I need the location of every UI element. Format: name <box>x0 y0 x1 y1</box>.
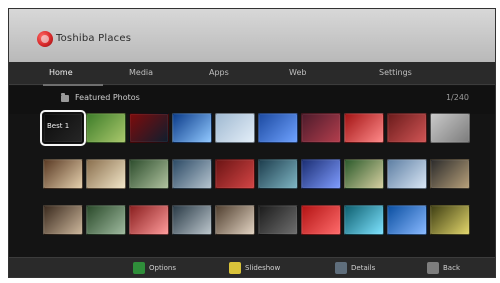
tab-apps[interactable]: Apps <box>209 66 229 80</box>
folder-icon <box>61 93 69 102</box>
photo-tile[interactable] <box>387 113 427 143</box>
hint-label: Options <box>149 264 177 272</box>
photo-tile[interactable] <box>430 205 470 235</box>
bottom-hint-bar: Options Slideshow Details Back <box>9 257 495 277</box>
photo-tile[interactable] <box>301 159 341 189</box>
hint-label: Slideshow <box>245 264 281 272</box>
hint-label: Details <box>351 264 376 272</box>
app-title: Toshiba Places <box>56 33 132 44</box>
photo-tile[interactable] <box>215 159 255 189</box>
tab-settings[interactable]: Settings <box>379 66 412 80</box>
photo-tile[interactable] <box>387 159 427 189</box>
yellow-key-icon <box>229 262 241 274</box>
tv-frame: Toshiba Places Home Media Apps Web Setti… <box>8 8 496 278</box>
photo-tile[interactable] <box>172 205 212 235</box>
photo-tile[interactable] <box>86 205 126 235</box>
green-key-icon <box>133 262 145 274</box>
tab-home[interactable]: Home <box>49 66 73 80</box>
top-header: Toshiba Places <box>9 9 495 62</box>
photo-tile[interactable] <box>344 159 384 189</box>
photo-tile[interactable] <box>430 113 470 143</box>
photo-tile[interactable] <box>86 159 126 189</box>
photo-tile[interactable] <box>129 113 169 143</box>
photo-tile[interactable] <box>129 159 169 189</box>
photo-tile[interactable] <box>344 113 384 143</box>
tile-label: Best 1 <box>47 122 70 130</box>
photo-tile[interactable] <box>172 113 212 143</box>
photo-tile[interactable] <box>86 113 126 143</box>
photo-tile[interactable] <box>258 205 298 235</box>
photo-tile[interactable] <box>301 205 341 235</box>
app-logo-icon <box>37 31 53 47</box>
photo-tile[interactable] <box>258 113 298 143</box>
photo-tile[interactable] <box>430 159 470 189</box>
photo-tile[interactable] <box>344 205 384 235</box>
tab-web[interactable]: Web <box>289 66 306 80</box>
photo-tile[interactable] <box>387 205 427 235</box>
gray-key-icon <box>427 262 439 274</box>
photo-tile[interactable] <box>215 205 255 235</box>
photo-tile[interactable] <box>43 205 83 235</box>
photo-tile[interactable] <box>43 159 83 189</box>
photo-tile[interactable] <box>215 113 255 143</box>
photo-tile[interactable] <box>129 205 169 235</box>
main-tabs: Home Media Apps Web Settings <box>9 62 495 85</box>
photo-tile[interactable] <box>258 159 298 189</box>
section-header: Featured Photos 1/240 <box>9 86 495 114</box>
tab-media[interactable]: Media <box>129 66 153 80</box>
blue-key-icon <box>335 262 347 274</box>
section-title: Featured Photos <box>75 93 140 102</box>
hint-label: Back <box>443 264 460 272</box>
section-count: 1/240 <box>445 93 469 102</box>
screen: Toshiba Places Home Media Apps Web Setti… <box>0 0 500 283</box>
photo-tile[interactable] <box>301 113 341 143</box>
photo-tile[interactable]: Best 1 <box>40 110 86 146</box>
photo-grid: Best 1 <box>40 110 473 247</box>
photo-tile[interactable] <box>172 159 212 189</box>
